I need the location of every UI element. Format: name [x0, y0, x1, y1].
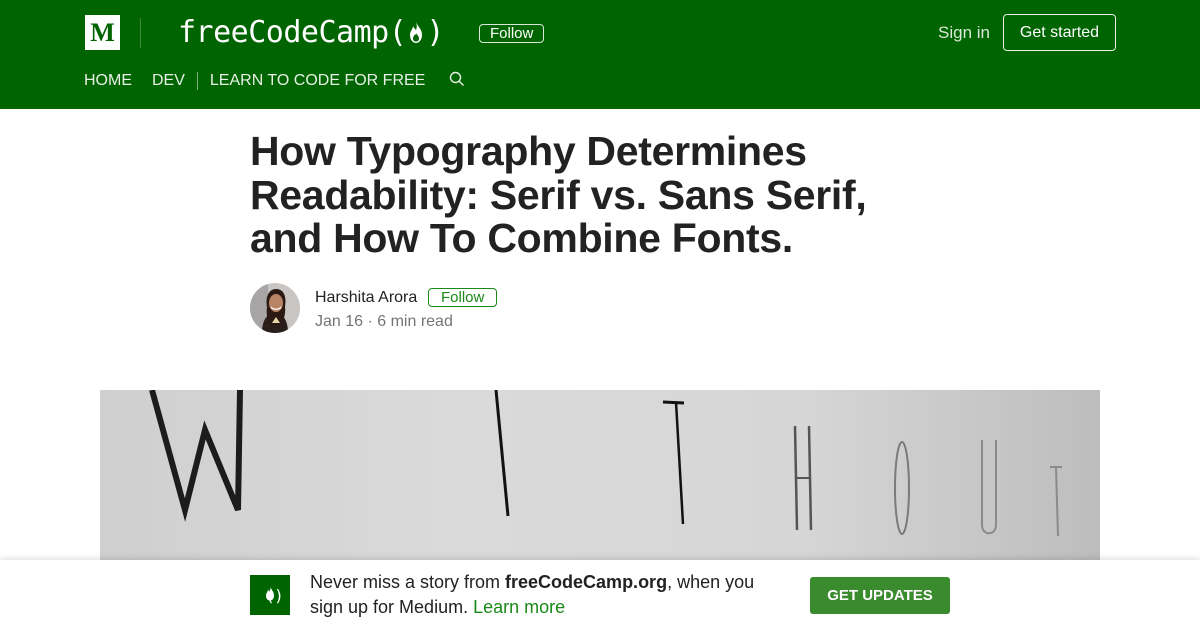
article-meta: Jan 16 · 6 min read [315, 313, 453, 330]
get-updates-button[interactable]: GET UPDATES [810, 577, 950, 614]
flame-icon: () [388, 15, 445, 50]
follow-author-button[interactable]: Follow [428, 288, 498, 307]
header-divider [140, 18, 141, 48]
learn-more-link[interactable]: Learn more [473, 597, 565, 617]
author-avatar[interactable] [250, 283, 300, 333]
hero-image [100, 390, 1100, 560]
article-title: How Typography Determines Readability: S… [250, 128, 930, 261]
svg-text:): ) [274, 586, 284, 605]
medium-logo[interactable]: M [85, 15, 120, 50]
title-line: and How To Combine Fonts. [250, 215, 793, 261]
publication-nav: HOME DEV LEARN TO CODE FOR FREE [84, 70, 425, 92]
publication-avatar: ( ) [250, 575, 290, 615]
banner-message: Never miss a story from freeCodeCamp.org… [310, 570, 780, 620]
search-icon[interactable] [449, 71, 465, 92]
updates-banner: ( ) Never miss a story from freeCodeCamp… [0, 560, 1200, 630]
banner-publication: freeCodeCamp.org [505, 572, 668, 592]
sign-in-link[interactable]: Sign in [938, 22, 990, 44]
top-header: M freeCodeCamp() Follow Sign in Get star… [0, 0, 1200, 109]
banner-text-before: Never miss a story from [310, 572, 506, 592]
publication-logo[interactable]: freeCodeCamp() [178, 12, 444, 54]
get-started-button[interactable]: Get started [1003, 14, 1116, 51]
nav-item-dev[interactable]: DEV [152, 71, 185, 91]
nav-item-learn-to-code[interactable]: LEARN TO CODE FOR FREE [210, 71, 425, 91]
nav-item-home[interactable]: HOME [84, 71, 132, 91]
follow-publication-button[interactable]: Follow [479, 24, 545, 43]
publication-name: freeCodeCamp [178, 15, 389, 50]
author-name[interactable]: Harshita Arora [315, 288, 417, 308]
nav-divider [196, 72, 198, 90]
title-line: How Typography Determines [250, 128, 807, 174]
title-line: Readability: Serif vs. Sans Serif, [250, 171, 867, 218]
